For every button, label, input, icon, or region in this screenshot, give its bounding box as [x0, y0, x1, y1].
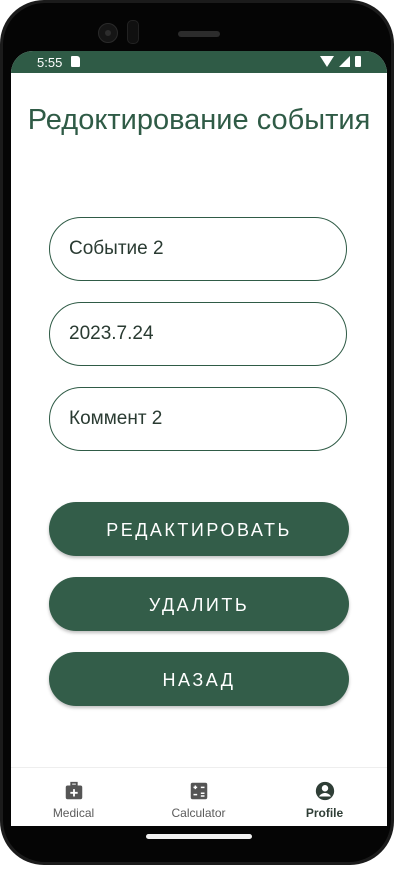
front-camera	[98, 23, 118, 43]
page-title: Редоктирование события	[27, 104, 371, 136]
phone-frame: 5:55 Редоктирование события РЕДАКТИРОВАТ…	[0, 0, 394, 865]
battery-icon	[355, 56, 361, 67]
wifi-icon	[320, 56, 334, 67]
sd-card-icon	[71, 56, 80, 67]
earpiece-speaker	[178, 31, 220, 37]
signal-icon	[339, 56, 350, 67]
date-input[interactable]	[50, 303, 346, 365]
date-field[interactable]	[49, 302, 347, 366]
delete-button[interactable]: УДАЛИТЬ	[49, 577, 349, 631]
event-name-input[interactable]	[50, 218, 346, 280]
comment-field[interactable]	[49, 387, 347, 451]
back-button[interactable]: НАЗАД	[49, 652, 349, 706]
status-icons	[320, 56, 361, 67]
status-time: 5:55	[37, 55, 63, 70]
phone-bezel: 5:55 Редоктирование события РЕДАКТИРОВАТ…	[3, 3, 391, 862]
nav-item-medical[interactable]: Medical	[11, 768, 136, 826]
nav-label-calculator: Calculator	[171, 806, 226, 820]
nav-label-profile: Profile	[305, 806, 344, 820]
medical-kit-icon	[65, 781, 82, 800]
home-indicator[interactable]	[146, 834, 252, 839]
comment-input[interactable]	[50, 388, 346, 450]
profile-icon	[315, 781, 334, 801]
status-bar: 5:55	[11, 51, 387, 73]
nav-item-profile[interactable]: Profile	[262, 768, 387, 826]
app-screen: 5:55 Редоктирование события РЕДАКТИРОВАТ…	[11, 51, 387, 826]
bottom-navigation: Medical Calculator Profile	[11, 767, 387, 826]
edit-button[interactable]: РЕДАКТИРОВАТЬ	[49, 502, 349, 556]
sensor	[127, 20, 139, 44]
event-name-field[interactable]	[49, 217, 347, 281]
nav-item-calculator[interactable]: Calculator	[136, 768, 261, 826]
calculator-icon	[190, 782, 207, 800]
nav-label-medical: Medical	[52, 806, 95, 820]
